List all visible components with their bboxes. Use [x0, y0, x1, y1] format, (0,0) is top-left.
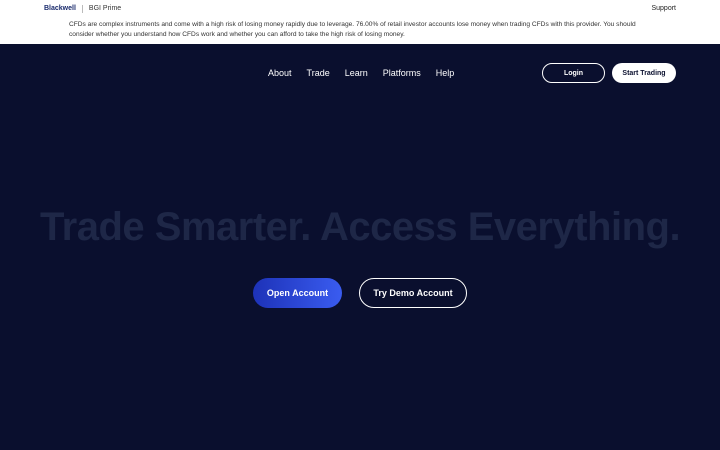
brand-switcher: Blackwell BGI Prime	[44, 4, 121, 13]
risk-warning-bar: Blackwell BGI Prime Support CFDs are com…	[0, 0, 720, 44]
nav-item-help[interactable]: Help	[436, 67, 455, 79]
main-nav: About Trade Learn Platforms Help	[268, 67, 469, 79]
support-link[interactable]: Support	[651, 4, 676, 13]
risk-warning-text: CFDs are complex instruments and come wi…	[69, 21, 636, 38]
hero-headline: Trade Smarter. Access Everything.	[39, 205, 681, 249]
try-demo-account-button[interactable]: Try Demo Account	[359, 278, 467, 308]
brand-divider	[81, 4, 83, 13]
nav-item-about[interactable]: About	[268, 67, 292, 79]
brand-blackwell-link[interactable]: Blackwell	[44, 5, 76, 12]
nav-item-trade[interactable]: Trade	[307, 67, 330, 79]
start-trading-button[interactable]: Start Trading	[612, 63, 676, 83]
nav-item-learn[interactable]: Learn	[345, 67, 368, 79]
open-account-button[interactable]: Open Account	[253, 278, 342, 308]
nav-item-platforms[interactable]: Platforms	[383, 67, 421, 79]
brand-bgi-prime-link[interactable]: BGI Prime	[89, 5, 121, 12]
login-button[interactable]: Login	[542, 63, 605, 83]
